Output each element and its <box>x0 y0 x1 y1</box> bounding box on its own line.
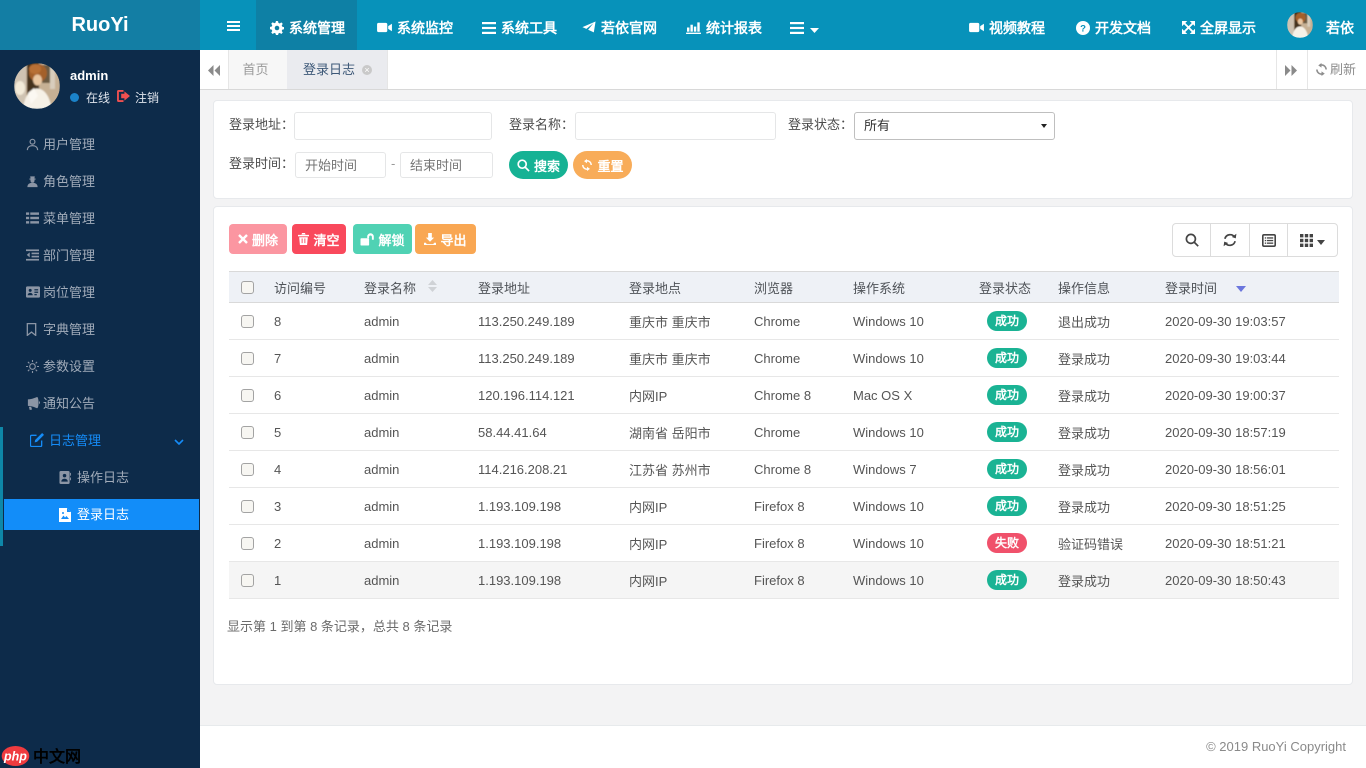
svg-text:php: php <box>3 750 27 764</box>
svg-text:?: ? <box>1080 23 1086 34</box>
svg-text:中文网: 中文网 <box>33 747 81 766</box>
